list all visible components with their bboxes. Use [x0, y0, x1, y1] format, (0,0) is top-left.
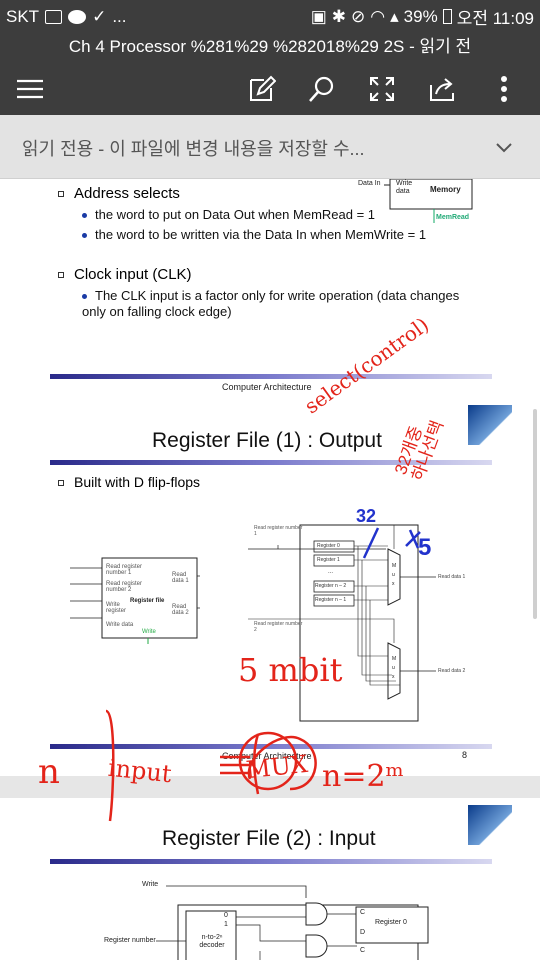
memread-label: MemRead — [436, 214, 470, 221]
page-curl-decoration — [468, 805, 512, 845]
status-bar: SKT ✓ ... ▣ ✱ ⊘ ◠ ▴ 39% 오전 11:09 — [0, 0, 540, 33]
annotation-korean: 32개중 하나선택 — [391, 418, 448, 484]
window-title: Ch 4 Processor %281%29 %282018%29 2S - 읽… — [0, 33, 540, 63]
carrier-label: SKT — [6, 6, 40, 26]
footer-rule — [50, 374, 492, 379]
annotation-select: select(control) — [300, 312, 434, 419]
bullet-clock-input: Clock input (CLK) — [58, 266, 192, 283]
menu-button[interactable] — [12, 71, 48, 107]
annotation-n-equals: n=2ᵐ — [322, 759, 404, 794]
sub-bullet: the word to put on Data Out when MemRead… — [82, 207, 375, 222]
document-view[interactable]: Data In Write data Memory MemRead Addres… — [0, 179, 540, 960]
slide-footer: Computer Architecture — [222, 382, 312, 392]
data-in-label: Data In — [358, 180, 381, 187]
bullet-built-with: Built with D flip-flops — [58, 474, 200, 490]
talk-icon — [68, 9, 87, 24]
app-toolbar — [0, 63, 540, 115]
signal-icon: ▴ — [390, 6, 399, 26]
share-button[interactable] — [424, 71, 460, 107]
edit-button[interactable] — [244, 71, 280, 107]
more-vert-icon — [501, 76, 507, 102]
battery-level: 39% — [403, 6, 438, 26]
annotation-mbit: 5 mbit — [238, 651, 343, 689]
battery-icon — [442, 9, 452, 24]
read-only-message: 읽기 전용 - 이 파일에 변경 내용을 저장할 수... — [22, 139, 365, 159]
ellipsis: ... — [112, 6, 127, 26]
clock: 오전 11:09 — [456, 9, 534, 28]
lock-icon: ▣ — [310, 6, 327, 26]
slide-title: Register File (1) : Output — [152, 429, 382, 452]
fullscreen-button[interactable] — [364, 71, 400, 107]
dot-bullet-icon — [82, 294, 87, 300]
slide-title: Register File (2) : Input — [162, 827, 376, 850]
square-bullet-icon — [58, 480, 64, 487]
register-file-diagram: Read register number 1 Read register num… — [70, 554, 200, 644]
read-only-banner[interactable]: 읽기 전용 - 이 파일에 변경 내용을 저장할 수... — [0, 115, 540, 179]
search-icon — [309, 76, 334, 102]
wifi-icon: ◠ — [370, 6, 386, 26]
sub-bullet: the word to be written via the Data In w… — [82, 227, 426, 242]
search-button[interactable] — [304, 71, 340, 107]
bullet-address-selects: Address selects — [58, 185, 180, 202]
annotation-n: n — [38, 752, 60, 792]
page-curl-decoration — [468, 405, 512, 445]
square-bullet-icon — [58, 191, 64, 198]
annotation-slash — [362, 527, 421, 559]
more-options-button[interactable] — [486, 71, 522, 107]
memory-label: Memory — [430, 185, 461, 194]
expand-icon — [370, 77, 394, 101]
dot-bullet-icon — [82, 233, 87, 239]
chevron-down-icon[interactable] — [492, 135, 516, 159]
mute-icon: ⊘ — [351, 6, 366, 26]
page-number: 8 — [462, 750, 468, 760]
title-rule — [50, 859, 492, 864]
square-bullet-icon — [58, 272, 64, 279]
image-icon — [45, 9, 63, 24]
hamburger-icon — [17, 79, 43, 99]
edit-icon — [250, 75, 276, 101]
write-data-label: Write data — [396, 180, 413, 195]
sub-bullet: The CLK input is a factor only for write… — [82, 288, 460, 319]
scrollbar[interactable] — [533, 409, 537, 619]
dot-bullet-icon — [82, 213, 87, 219]
download-icon: ✓ — [92, 6, 107, 26]
share-icon — [430, 78, 454, 101]
bluetooth-icon: ✱ — [331, 6, 347, 26]
register-input-diagram: Write Register number n-to-2ⁿ decoder 0 … — [100, 879, 440, 960]
